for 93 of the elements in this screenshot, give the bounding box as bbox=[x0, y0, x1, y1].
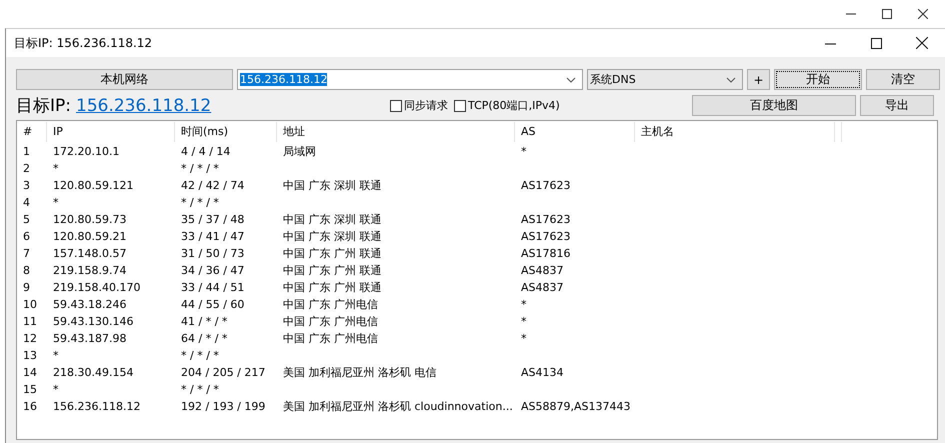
column-header[interactable]: 地址 bbox=[277, 122, 515, 142]
table-cell: * bbox=[53, 196, 58, 209]
table-cell: 156.236.118.12 bbox=[53, 400, 140, 413]
table-cell: 4 / 4 / 14 bbox=[181, 145, 230, 158]
table-cell: 12 bbox=[23, 332, 37, 345]
table-cell: 中国 广东 广州电信 bbox=[283, 298, 378, 311]
table-cell: 美国 加利福尼亚州 洛杉矶 电信 bbox=[283, 366, 436, 379]
table-cell: AS4837 bbox=[521, 264, 564, 277]
table-cell: 中国 广东 深圳 联通 bbox=[283, 230, 382, 243]
table-cell: * bbox=[521, 145, 526, 158]
table-cell: 7 bbox=[23, 247, 30, 260]
table-cell: 14 bbox=[23, 366, 37, 379]
table-cell: 16 bbox=[23, 400, 37, 413]
table-cell: * bbox=[521, 298, 526, 311]
table-cell: 41 / * / * bbox=[181, 315, 228, 328]
target-link[interactable]: 156.236.118.12 bbox=[76, 96, 212, 116]
dns-select[interactable]: 系统DNS bbox=[587, 69, 743, 90]
table-cell: * bbox=[521, 332, 526, 345]
table-cell: AS4837 bbox=[521, 281, 564, 294]
table-cell: * bbox=[53, 349, 58, 362]
table-cell: 64 / * / * bbox=[181, 332, 228, 345]
column-header[interactable]: IP bbox=[47, 122, 175, 142]
network-button[interactable]: 本机网络 bbox=[16, 69, 233, 90]
table-cell: 9 bbox=[23, 281, 30, 294]
table-cell: 204 / 205 / 217 bbox=[181, 366, 266, 379]
table-cell: 42 / 42 / 74 bbox=[181, 179, 244, 192]
table-cell: 33 / 41 / 47 bbox=[181, 230, 244, 243]
table-cell: 120.80.59.73 bbox=[53, 213, 126, 226]
table-cell: * bbox=[53, 162, 58, 175]
column-header[interactable]: # bbox=[17, 122, 47, 142]
table-cell: 218.30.49.154 bbox=[53, 366, 134, 379]
table-cell: 59.43.18.246 bbox=[53, 298, 126, 311]
table-cell: 120.80.59.121 bbox=[53, 179, 134, 192]
table-cell: AS17623 bbox=[521, 230, 570, 243]
table-cell: 219.158.9.74 bbox=[53, 264, 126, 277]
table-cell: * bbox=[521, 315, 526, 328]
table-cell: 13 bbox=[23, 349, 37, 362]
start-button[interactable]: 开始 bbox=[774, 69, 862, 90]
table-cell: 3 bbox=[23, 179, 30, 192]
table-cell: * / * / * bbox=[181, 349, 219, 362]
column-header[interactable]: AS bbox=[515, 122, 635, 142]
add-button[interactable]: + bbox=[747, 69, 770, 90]
table-cell: 4 bbox=[23, 196, 30, 209]
table-cell: 2 bbox=[23, 162, 30, 175]
table-cell: 192 / 193 / 199 bbox=[181, 400, 266, 413]
table-cell: 44 / 55 / 60 bbox=[181, 298, 244, 311]
caret-icon bbox=[566, 76, 576, 82]
table-cell: 219.158.40.170 bbox=[53, 281, 140, 294]
option-checkbox[interactable]: TCP(80端口,IPv4) bbox=[454, 98, 560, 113]
table-cell: 34 / 36 / 47 bbox=[181, 264, 244, 277]
table-cell: AS17623 bbox=[521, 179, 570, 192]
table-cell: 59.43.130.146 bbox=[53, 315, 134, 328]
table-cell: * / * / * bbox=[181, 162, 219, 175]
table-cell: 6 bbox=[23, 230, 30, 243]
target-combo[interactable]: 156.236.118.12 bbox=[237, 69, 583, 90]
table-cell: 8 bbox=[23, 264, 30, 277]
table-cell: * bbox=[53, 383, 58, 396]
table-cell: 59.43.187.98 bbox=[53, 332, 126, 345]
option-checkbox[interactable]: 同步请求 bbox=[390, 98, 448, 113]
table-cell: 中国 广东 广州电信 bbox=[283, 332, 378, 345]
table-cell: * / * / * bbox=[181, 196, 219, 209]
clear-button[interactable]: 清空 bbox=[866, 69, 940, 90]
table-cell: AS17623 bbox=[521, 213, 570, 226]
window-title: 目标IP: 156.236.118.12 bbox=[14, 34, 154, 52]
table-cell: AS17816 bbox=[521, 247, 570, 260]
table-cell: 15 bbox=[23, 383, 37, 396]
table-cell: 局域网 bbox=[283, 145, 316, 158]
table-cell: 120.80.59.21 bbox=[53, 230, 126, 243]
caret-icon bbox=[726, 76, 736, 82]
table-cell: 33 / 44 / 51 bbox=[181, 281, 244, 294]
map-button[interactable]: 百度地图 bbox=[692, 95, 856, 116]
table-cell: AS4134 bbox=[521, 366, 564, 379]
table-cell: 中国 广东 广州 联通 bbox=[283, 281, 382, 294]
table-cell: * / * / * bbox=[181, 383, 219, 396]
table-cell: 31 / 50 / 73 bbox=[181, 247, 244, 260]
table-cell: AS58879,AS137443 bbox=[521, 400, 630, 413]
table-cell: 172.20.10.1 bbox=[53, 145, 120, 158]
target-label: 目标IP: bbox=[16, 95, 71, 117]
table-cell: 中国 广东 广州电信 bbox=[283, 315, 378, 328]
table-cell: 10 bbox=[23, 298, 37, 311]
table-cell: 35 / 37 / 48 bbox=[181, 213, 244, 226]
export-button[interactable]: 导出 bbox=[860, 95, 934, 116]
table-cell: 中国 广东 深圳 联通 bbox=[283, 213, 382, 226]
table-cell: 5 bbox=[23, 213, 30, 226]
table-cell: 157.148.0.57 bbox=[53, 247, 126, 260]
table-cell: 11 bbox=[23, 315, 37, 328]
table-cell: 美国 加利福尼亚州 洛杉矶 cloudinnovation... bbox=[283, 400, 513, 413]
table-cell: 中国 广东 广州 联通 bbox=[283, 264, 382, 277]
column-header[interactable]: 主机名 bbox=[635, 122, 835, 142]
table-cell: 中国 广东 广州 联通 bbox=[283, 247, 382, 260]
column-header[interactable]: 时间(ms) bbox=[175, 122, 277, 142]
table-cell: 1 bbox=[23, 145, 30, 158]
table-cell: 中国 广东 深圳 联通 bbox=[283, 179, 382, 192]
